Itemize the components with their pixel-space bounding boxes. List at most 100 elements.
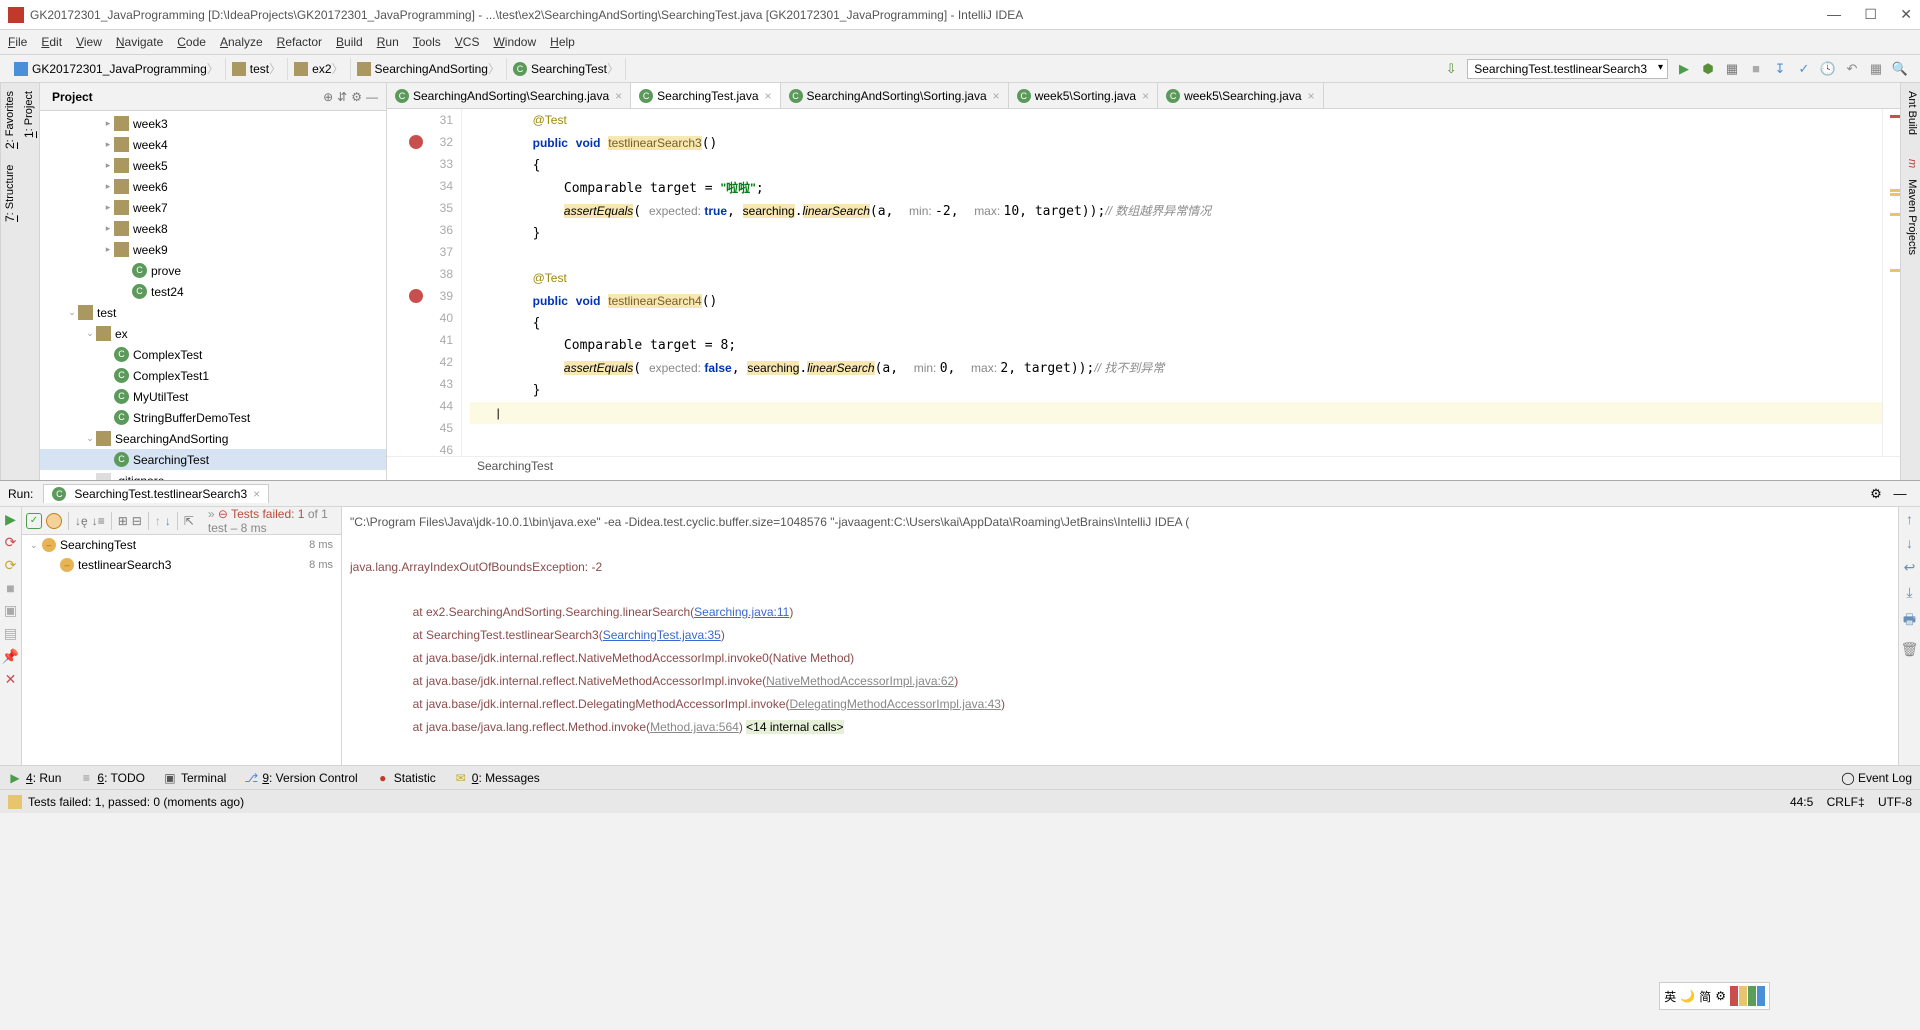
menu-navigate[interactable]: Navigate (116, 35, 163, 49)
collapse-icon[interactable]: ⊟ (132, 514, 142, 528)
tree-node[interactable]: CMyUtilTest (40, 386, 386, 407)
file-encoding[interactable]: UTF-8 (1878, 795, 1912, 809)
bottom-tab[interactable]: ●Statistic (376, 771, 436, 785)
tree-node[interactable]: ▸week7 (40, 197, 386, 218)
test-tree[interactable]: ⌄–SearchingTest8 ms–testlinearSearch38 m… (22, 535, 341, 765)
sort-icon-2[interactable]: ↓≡ (92, 514, 105, 528)
tree-node[interactable]: Ctest24 (40, 281, 386, 302)
scroll-icon[interactable]: ⤓ (1906, 584, 1912, 601)
clear-icon[interactable]: 🗑 (1901, 641, 1919, 658)
left-tool-tabs[interactable]: 7: Structure 2: Favorites (0, 83, 20, 480)
menu-tools[interactable]: Tools (413, 35, 441, 49)
prev-icon[interactable]: ↑ (155, 514, 161, 528)
breadcrumb-item[interactable]: SearchingAndSorting 〉 (351, 58, 507, 80)
code-editor[interactable]: @Test public void testlinearSearch3() { … (462, 109, 1882, 456)
tree-node[interactable]: ▸week9 (40, 239, 386, 260)
search-icon[interactable]: 🔍 (1891, 60, 1909, 78)
breadcrumb-item[interactable]: test 〉 (226, 58, 288, 80)
rerun-button[interactable]: ▶ (5, 511, 16, 528)
tree-node[interactable]: CStringBufferDemoTest (40, 407, 386, 428)
editor-tab[interactable]: Cweek5\Sorting.java× (1009, 83, 1158, 108)
sort-icon[interactable]: ↓ę (75, 514, 88, 528)
locate-icon[interactable]: ⊕ (323, 90, 333, 104)
tree-node[interactable]: Cprove (40, 260, 386, 281)
event-log-tab[interactable]: ◯ Event Log (1841, 771, 1912, 785)
export-icon[interactable]: ⇱ (184, 514, 194, 528)
menu-analyze[interactable]: Analyze (220, 35, 263, 49)
up-icon[interactable]: ↑ (1906, 511, 1913, 527)
editor-tab[interactable]: CSearchingAndSorting\Searching.java× (387, 83, 631, 108)
bottom-tab[interactable]: ≡6: TODO (79, 771, 145, 785)
minimize-button[interactable]: — (1827, 6, 1841, 22)
menu-build[interactable]: Build (336, 35, 363, 49)
maximize-button[interactable]: ☐ (1864, 6, 1877, 22)
bottom-tab[interactable]: ⎇9: Version Control (244, 771, 357, 785)
editor-breadcrumb[interactable]: SearchingTest (387, 456, 1900, 480)
test-row[interactable]: ⌄–SearchingTest8 ms (22, 535, 341, 555)
project-tree[interactable]: ▸week3▸week4▸week5▸week6▸week7▸week8▸wee… (40, 111, 386, 480)
menu-file[interactable]: File (8, 35, 27, 49)
hide-icon[interactable]: — (366, 90, 378, 104)
tree-node[interactable]: .gitignore (40, 470, 386, 480)
run-config-select[interactable]: SearchingTest.testlinearSearch3 (1467, 59, 1668, 79)
rerun-failed-icon[interactable]: ⟳ (5, 534, 17, 551)
hide-icon[interactable]: — (1891, 485, 1909, 503)
git-history-icon[interactable]: 🕓 (1819, 60, 1837, 78)
dump-icon[interactable]: ▣ (4, 602, 17, 619)
show-ignored-icon[interactable] (46, 513, 62, 529)
tree-node[interactable]: CComplexTest1 (40, 365, 386, 386)
gear-icon[interactable]: ⚙ (351, 90, 362, 104)
project-tab[interactable]: 1: Project (20, 83, 39, 146)
maven-tab[interactable]: m Maven Projects (1901, 143, 1920, 263)
breadcrumb-item[interactable]: CSearchingTest 〉 (507, 58, 626, 80)
debug-button[interactable]: ⬢ (1699, 60, 1717, 78)
stop-button[interactable]: ■ (6, 580, 14, 596)
tree-node[interactable]: ▸week4 (40, 134, 386, 155)
editor-tab[interactable]: CSearchingAndSorting\Sorting.java× (781, 83, 1009, 108)
tree-node[interactable]: CComplexTest (40, 344, 386, 365)
next-icon[interactable]: ↓ (165, 514, 171, 528)
revert-icon[interactable]: ↶ (1843, 60, 1861, 78)
menu-vcs[interactable]: VCS (455, 35, 480, 49)
structure-icon[interactable]: ▦ (1867, 60, 1885, 78)
tree-node[interactable]: ▸week8 (40, 218, 386, 239)
close-icon[interactable]: × (1308, 89, 1315, 103)
tree-node[interactable]: ⌄test (40, 302, 386, 323)
git-pull-icon[interactable]: ↧ (1771, 60, 1789, 78)
error-stripe[interactable] (1882, 109, 1900, 456)
line-separator[interactable]: CRLF‡ (1827, 795, 1865, 809)
layout-icon[interactable]: ▤ (4, 625, 17, 642)
collapse-icon[interactable]: ⇵ (337, 90, 347, 104)
print-icon[interactable]: 🖶 (1903, 609, 1916, 633)
tree-node[interactable]: ▸week6 (40, 176, 386, 197)
down-icon[interactable]: ↓ (1906, 535, 1913, 551)
breadcrumb-item[interactable]: ex2 〉 (288, 58, 350, 80)
run-tab[interactable]: C SearchingTest.testlinearSearch3 × (43, 484, 269, 503)
console-output[interactable]: "C:\Program Files\Java\jdk-10.0.1\bin\ja… (342, 507, 1898, 765)
tree-node[interactable]: ⌄SearchingAndSorting (40, 428, 386, 449)
close-button[interactable]: ✕ (1900, 6, 1912, 22)
git-commit-icon[interactable]: ✓ (1795, 60, 1813, 78)
menu-run[interactable]: Run (377, 35, 399, 49)
favorites-tab[interactable]: 2: Favorites (1, 83, 20, 157)
menu-window[interactable]: Window (493, 35, 536, 49)
bottom-tab[interactable]: ✉0: Messages (454, 771, 540, 785)
coverage-icon[interactable]: ▦ (1723, 60, 1741, 78)
tree-node[interactable]: ⌄ex (40, 323, 386, 344)
run-button[interactable]: ▶ (1675, 60, 1693, 78)
close-icon[interactable]: × (993, 89, 1000, 103)
tree-node[interactable]: ▸week3 (40, 113, 386, 134)
tree-node[interactable]: CSearchingTest (40, 449, 386, 470)
editor-tab[interactable]: CSearchingTest.java× (631, 83, 780, 108)
toggle-auto-icon[interactable]: ⟳ (5, 557, 17, 574)
right-tool-tabs[interactable]: Ant Build m Maven Projects (1900, 83, 1920, 480)
close-button[interactable]: ✕ (5, 671, 17, 688)
show-passed-icon[interactable]: ✓ (26, 513, 42, 529)
close-icon[interactable]: × (765, 89, 772, 103)
build-icon[interactable]: ⇩ (1442, 60, 1460, 78)
editor-tab[interactable]: Cweek5\Searching.java× (1158, 83, 1323, 108)
close-icon[interactable]: × (615, 89, 622, 103)
bottom-tab[interactable]: ▶4: Run (8, 771, 61, 785)
close-icon[interactable]: × (1142, 89, 1149, 103)
structure-tab[interactable]: 7: Structure (1, 157, 20, 230)
